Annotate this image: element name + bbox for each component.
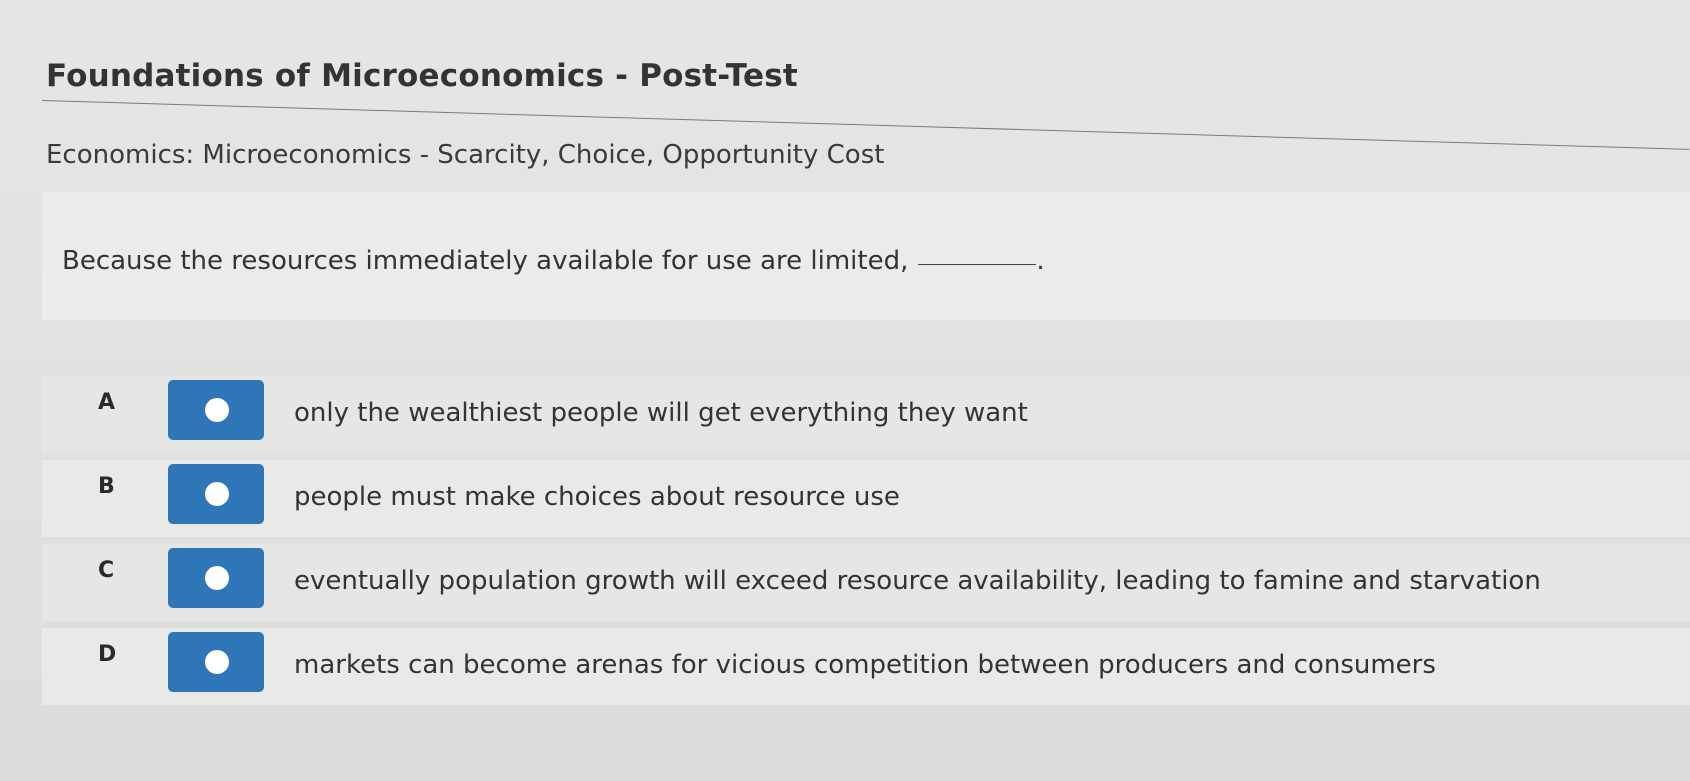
option-a-radio[interactable] [168, 380, 264, 440]
radio-button-icon [205, 566, 229, 590]
radio-button-icon [205, 482, 229, 506]
answer-options: A only the wealthiest people will get ev… [42, 376, 1690, 712]
quiz-page: Foundations of Microeconomics - Post-Tes… [0, 0, 1690, 781]
option-letter: D [98, 642, 117, 667]
question-end-punctuation: . [1036, 246, 1045, 276]
option-letter: A [98, 390, 116, 415]
question-prompt: Because the resources immediately availa… [62, 246, 1045, 276]
option-d[interactable]: D markets can become arenas for vicious … [42, 628, 1690, 705]
option-b-radio[interactable] [168, 464, 264, 524]
answer-blank [918, 264, 1037, 265]
option-d-radio[interactable] [168, 632, 264, 692]
option-a[interactable]: A only the wealthiest people will get ev… [42, 376, 1690, 453]
option-b[interactable]: B people must make choices about resourc… [42, 460, 1690, 537]
option-text: people must make choices about resource … [294, 482, 900, 512]
page-title: Foundations of Microeconomics - Post-Tes… [46, 58, 798, 94]
radio-button-icon [205, 650, 229, 674]
option-c[interactable]: C eventually population growth will exce… [42, 544, 1690, 621]
option-letter: C [98, 558, 115, 583]
option-c-radio[interactable] [168, 548, 264, 608]
option-text: eventually population growth will exceed… [294, 566, 1541, 596]
option-text: markets can become arenas for vicious co… [294, 650, 1436, 680]
option-text: only the wealthiest people will get ever… [294, 398, 1028, 428]
radio-button-icon [205, 398, 229, 422]
question-text: Because the resources immediately availa… [62, 246, 909, 276]
option-letter: B [98, 474, 115, 499]
topic-subtitle: Economics: Microeconomics - Scarcity, Ch… [46, 140, 885, 170]
